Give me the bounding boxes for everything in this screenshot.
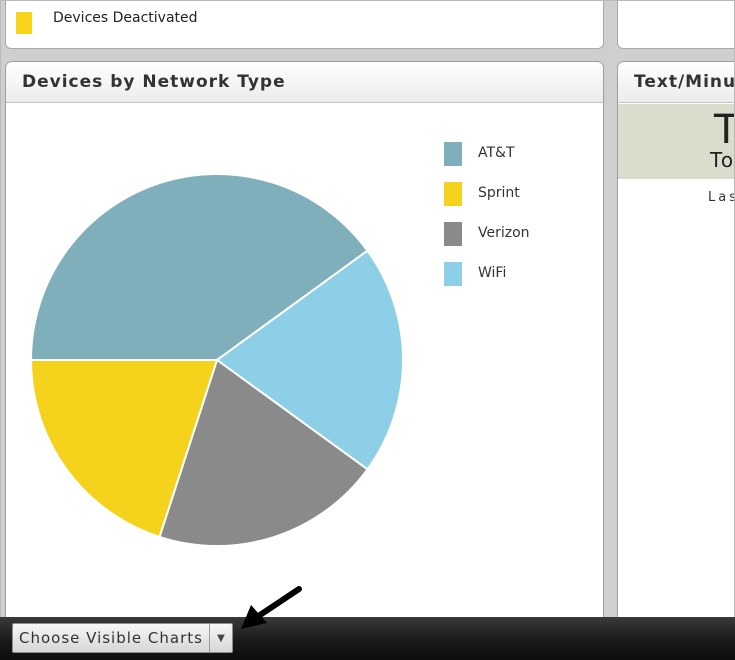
choose-visible-charts-label[interactable]: Choose Visible Charts: [13, 624, 210, 652]
top-right-panel: [617, 1, 734, 49]
legend-swatch: [444, 262, 462, 286]
legend-label: Verizon: [478, 225, 530, 241]
summary-note: Las: [708, 190, 734, 205]
panel-title-right: Text/Minu: [618, 62, 734, 103]
legend-label-devices-deactivated: Devices Deactivated: [53, 10, 198, 26]
legend-item-wifi: WiFi: [444, 262, 584, 288]
chevron-down-icon[interactable]: ▼: [210, 624, 232, 652]
top-left-panel: Devices Deactivated: [5, 1, 604, 49]
choose-visible-charts-dropdown[interactable]: Choose Visible Charts ▼: [12, 623, 233, 653]
text-minutes-panel: Text/Minu T To Las: [617, 61, 735, 619]
legend-swatch: [444, 222, 462, 246]
legend-item-sprint: Sprint: [444, 182, 584, 208]
legend-swatch: [444, 182, 462, 206]
legend-item-at-t: AT&T: [444, 142, 584, 168]
legend-swatch-devices-deactivated: [16, 12, 32, 34]
legend-label: AT&T: [478, 145, 515, 161]
devices-by-network-panel: Devices by Network Type AT&T Sprint Verizo…: [5, 61, 604, 619]
legend-label: Sprint: [478, 185, 520, 201]
legend-swatch: [444, 142, 462, 166]
dashboard-frame: Devices Deactivated Devices by Network T…: [0, 0, 735, 660]
legend-item-verizon: Verizon: [444, 222, 584, 248]
legend-label: WiFi: [478, 265, 507, 281]
pointer-arrow-icon: [241, 586, 302, 629]
summary-box: T To: [618, 104, 735, 179]
summary-subtitle: To: [710, 148, 735, 172]
